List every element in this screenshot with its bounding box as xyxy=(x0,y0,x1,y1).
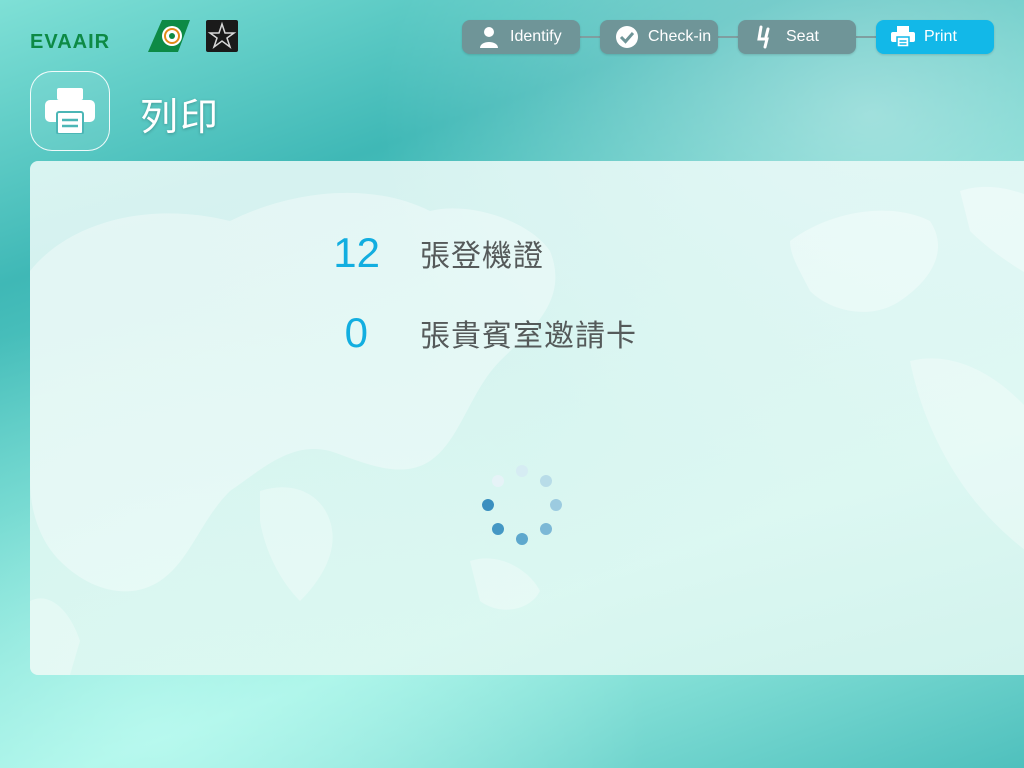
step-check-in[interactable]: Check-in xyxy=(600,20,718,54)
spinner-dot xyxy=(492,523,504,535)
spinner-dot xyxy=(550,499,562,511)
step-connector xyxy=(856,36,876,38)
loading-spinner xyxy=(482,465,563,545)
step-connector xyxy=(718,36,738,38)
boarding-pass-count: 12 xyxy=(333,229,380,276)
step-seat[interactable]: Seat xyxy=(738,20,856,54)
eva-air-emblem-icon xyxy=(148,20,190,52)
check-circle-icon xyxy=(614,24,640,50)
lounge-invite-label: 張貴賓室邀請卡 xyxy=(420,319,637,354)
person-icon xyxy=(476,24,502,50)
main-panel: 12 張登機證 0 張貴賓室邀請卡 xyxy=(30,161,1024,675)
header: EVAAIR Identify Check-in Seat Print xyxy=(0,0,1024,70)
eva-air-logo-text: EVAAIR xyxy=(30,31,111,53)
star-alliance-icon xyxy=(207,21,237,50)
eva-air-logo: EVAAIR xyxy=(30,20,190,54)
spinner-dot xyxy=(540,475,552,487)
printer-icon xyxy=(45,88,95,134)
page-title: 列印 xyxy=(140,95,221,139)
step-label: Print xyxy=(924,28,957,45)
spinner-dot xyxy=(482,499,494,511)
step-print[interactable]: Print xyxy=(876,20,994,54)
spinner-dot xyxy=(492,475,504,487)
step-label: Identify xyxy=(510,28,562,45)
spinner-dot xyxy=(516,533,528,545)
boarding-pass-label: 張登機證 xyxy=(420,239,544,274)
seat-icon xyxy=(752,24,778,50)
page-title-icon xyxy=(30,71,110,151)
lounge-invite-count: 0 xyxy=(344,309,368,356)
spinner-dot xyxy=(516,465,528,477)
step-label: Check-in xyxy=(648,28,712,45)
progress-steps: Identify Check-in Seat Print xyxy=(462,20,994,54)
step-label: Seat xyxy=(786,28,819,45)
step-connector xyxy=(580,36,600,38)
star-alliance-logo xyxy=(206,20,238,52)
spinner-dot xyxy=(540,523,552,535)
step-identify[interactable]: Identify xyxy=(462,20,580,54)
printer-icon xyxy=(890,24,916,50)
